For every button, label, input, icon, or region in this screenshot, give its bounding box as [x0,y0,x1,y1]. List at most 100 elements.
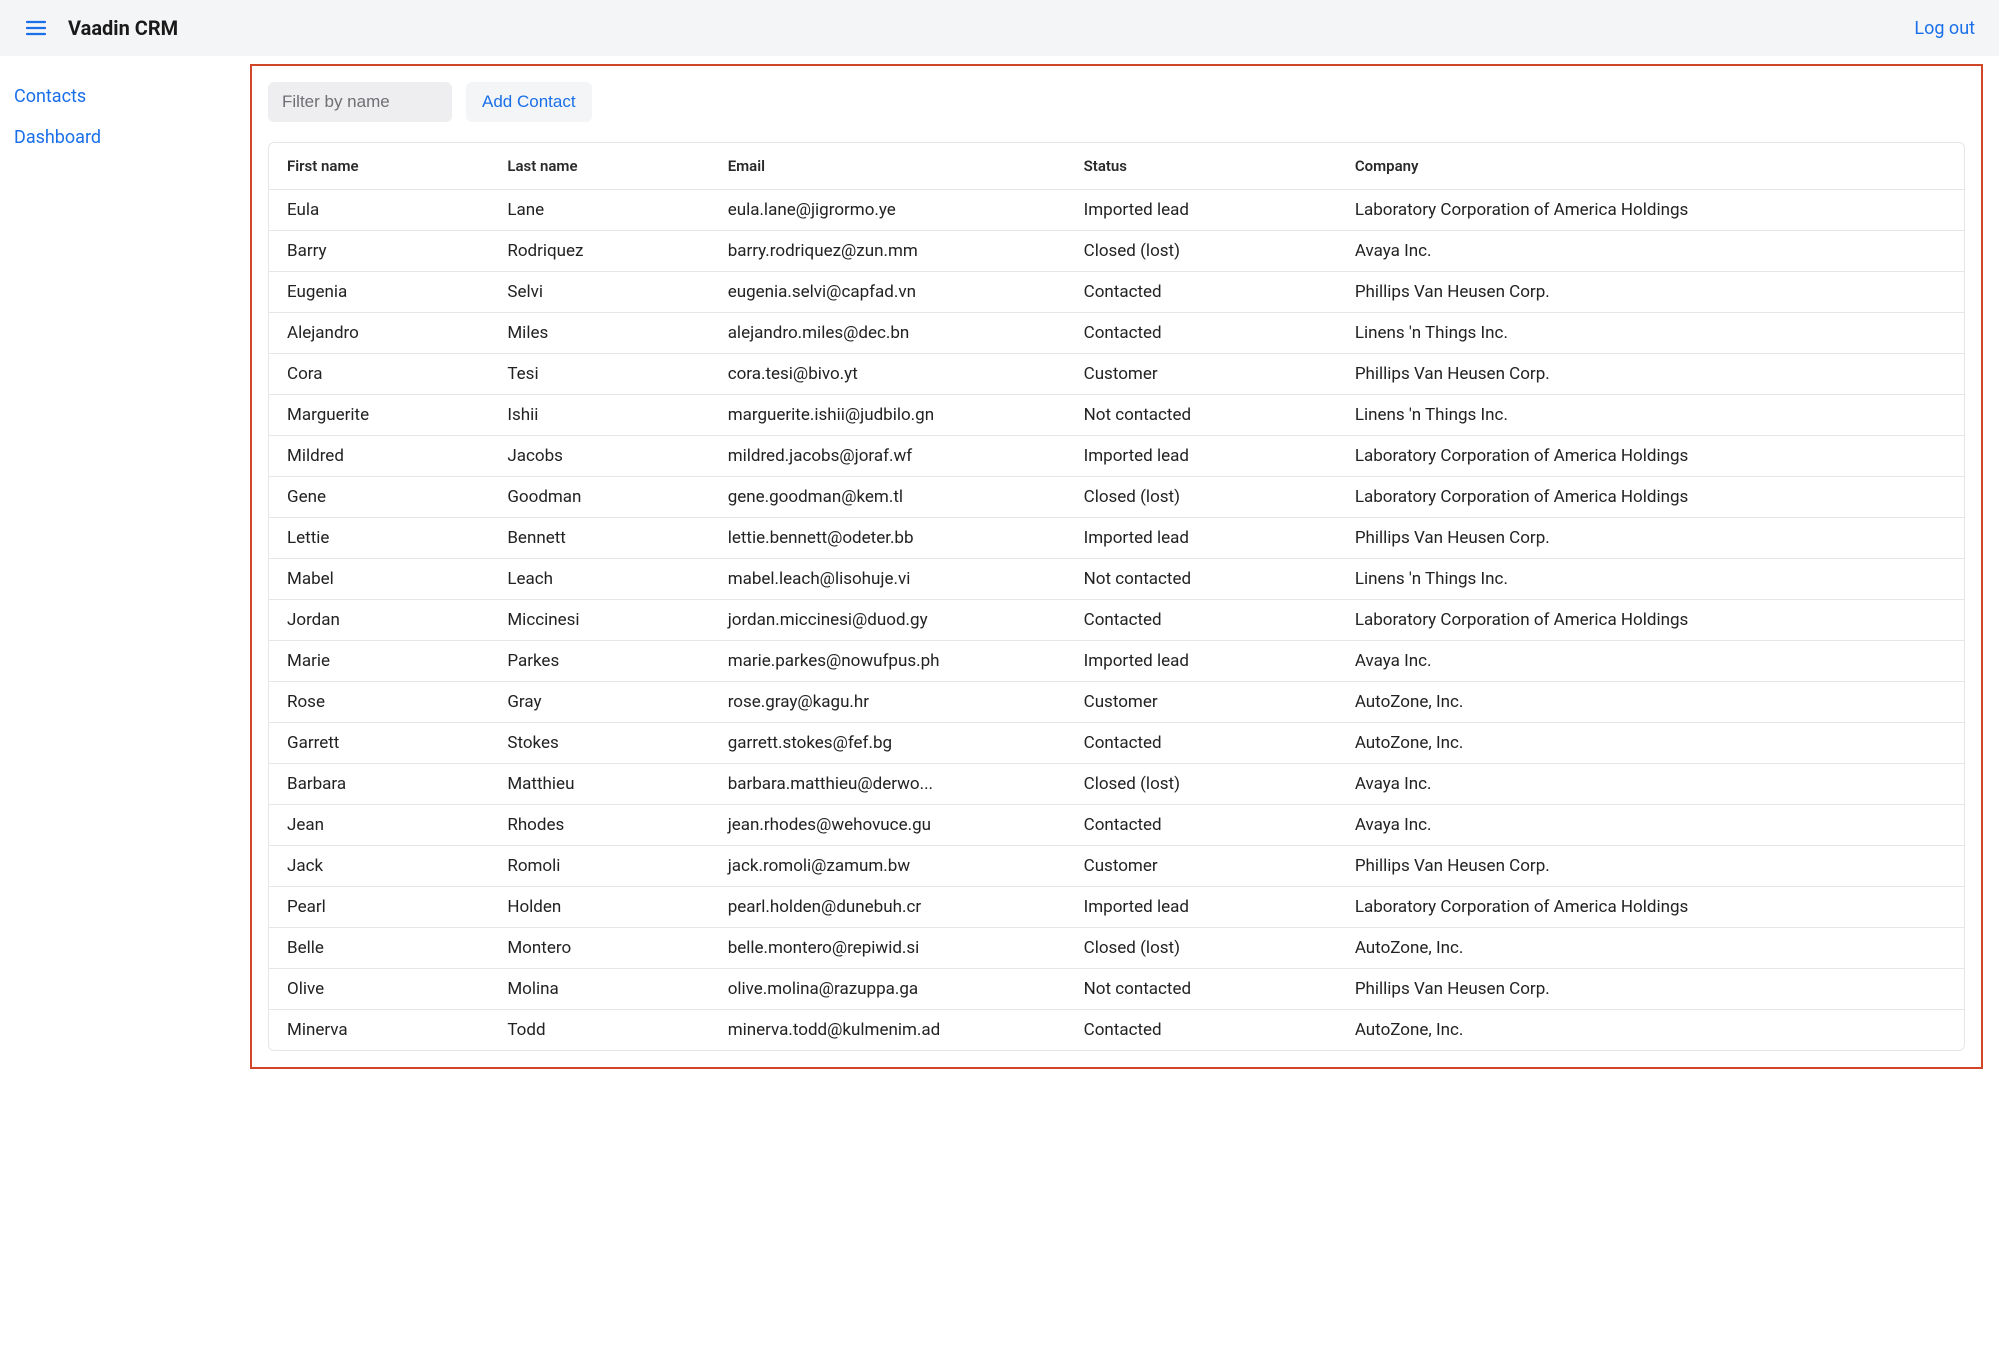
filter-input[interactable] [268,82,452,122]
cell-last: Romoli [489,846,709,887]
cell-status: Customer [1066,682,1337,723]
cell-status: Imported lead [1066,641,1337,682]
logout-link[interactable]: Log out [1914,18,1975,39]
col-header-email[interactable]: Email [710,143,1066,190]
table-row[interactable]: MabelLeachmabel.leach@lisohuje.viNot con… [269,559,1964,600]
table-row[interactable]: BelleMonterobelle.montero@repiwid.siClos… [269,928,1964,969]
cell-email: marguerite.ishii@judbilo.gn [710,395,1066,436]
cell-first: Mabel [269,559,489,600]
table-row[interactable]: BarbaraMatthieubarbara.matthieu@derwo...… [269,764,1964,805]
contacts-table: First name Last name Email Status Compan… [269,143,1964,1050]
sidebar-item-dashboard[interactable]: Dashboard [14,117,236,158]
cell-first: Eula [269,190,489,231]
cell-email: lettie.bennett@odeter.bb [710,518,1066,559]
table-row[interactable]: MildredJacobsmildred.jacobs@joraf.wfImpo… [269,436,1964,477]
cell-status: Imported lead [1066,436,1337,477]
cell-first: Rose [269,682,489,723]
cell-status: Contacted [1066,1010,1337,1051]
cell-company: Phillips Van Heusen Corp. [1337,272,1964,313]
cell-status: Not contacted [1066,395,1337,436]
cell-company: Phillips Van Heusen Corp. [1337,354,1964,395]
cell-status: Contacted [1066,600,1337,641]
cell-email: mildred.jacobs@joraf.wf [710,436,1066,477]
table-row[interactable]: MargueriteIshiimarguerite.ishii@judbilo.… [269,395,1964,436]
cell-last: Todd [489,1010,709,1051]
cell-company: Laboratory Corporation of America Holdin… [1337,477,1964,518]
cell-email: mabel.leach@lisohuje.vi [710,559,1066,600]
cell-company: Linens 'n Things Inc. [1337,395,1964,436]
cell-company: Avaya Inc. [1337,231,1964,272]
table-row[interactable]: EugeniaSelvieugenia.selvi@capfad.vnConta… [269,272,1964,313]
add-contact-button[interactable]: Add Contact [466,82,592,122]
cell-company: AutoZone, Inc. [1337,928,1964,969]
cell-email: marie.parkes@nowufpus.ph [710,641,1066,682]
cell-status: Imported lead [1066,518,1337,559]
cell-status: Closed (lost) [1066,477,1337,518]
cell-status: Imported lead [1066,887,1337,928]
cell-first: Mildred [269,436,489,477]
cell-first: Jack [269,846,489,887]
cell-email: rose.gray@kagu.hr [710,682,1066,723]
col-header-first-name[interactable]: First name [269,143,489,190]
cell-company: Linens 'n Things Inc. [1337,313,1964,354]
cell-company: Phillips Van Heusen Corp. [1337,846,1964,887]
table-header: First name Last name Email Status Compan… [269,143,1964,190]
cell-last: Rhodes [489,805,709,846]
cell-last: Selvi [489,272,709,313]
table-row[interactable]: MarieParkesmarie.parkes@nowufpus.phImpor… [269,641,1964,682]
cell-company: Avaya Inc. [1337,641,1964,682]
cell-last: Leach [489,559,709,600]
table-row[interactable]: AlejandroMilesalejandro.miles@dec.bnCont… [269,313,1964,354]
table-row[interactable]: JordanMiccinesijordan.miccinesi@duod.gyC… [269,600,1964,641]
col-header-last-name[interactable]: Last name [489,143,709,190]
cell-company: AutoZone, Inc. [1337,682,1964,723]
cell-first: Lettie [269,518,489,559]
col-header-status[interactable]: Status [1066,143,1337,190]
table-row[interactable]: GeneGoodmangene.goodman@kem.tlClosed (lo… [269,477,1964,518]
cell-status: Contacted [1066,805,1337,846]
cell-first: Belle [269,928,489,969]
cell-first: Barry [269,231,489,272]
cell-email: eula.lane@jigrormo.ye [710,190,1066,231]
table-row[interactable]: RoseGrayrose.gray@kagu.hrCustomerAutoZon… [269,682,1964,723]
menu-icon[interactable] [24,16,48,40]
cell-status: Closed (lost) [1066,764,1337,805]
cell-company: AutoZone, Inc. [1337,1010,1964,1051]
cell-last: Gray [489,682,709,723]
sidebar-item-contacts[interactable]: Contacts [14,76,236,117]
cell-status: Customer [1066,846,1337,887]
cell-status: Customer [1066,354,1337,395]
cell-status: Closed (lost) [1066,231,1337,272]
table-row[interactable]: PearlHoldenpearl.holden@dunebuh.crImport… [269,887,1964,928]
cell-first: Eugenia [269,272,489,313]
header-left: Vaadin CRM [24,16,178,40]
cell-email: jack.romoli@zamum.bw [710,846,1066,887]
table-row[interactable]: MinervaToddminerva.todd@kulmenim.adConta… [269,1010,1964,1051]
cell-first: Gene [269,477,489,518]
cell-email: eugenia.selvi@capfad.vn [710,272,1066,313]
table-row[interactable]: BarryRodriquezbarry.rodriquez@zun.mmClos… [269,231,1964,272]
table-row[interactable]: GarrettStokesgarrett.stokes@fef.bgContac… [269,723,1964,764]
cell-first: Cora [269,354,489,395]
app-header: Vaadin CRM Log out [0,0,1999,56]
cell-company: AutoZone, Inc. [1337,723,1964,764]
cell-status: Contacted [1066,272,1337,313]
table-row[interactable]: CoraTesicora.tesi@bivo.ytCustomerPhillip… [269,354,1964,395]
cell-email: barry.rodriquez@zun.mm [710,231,1066,272]
contacts-table-wrapper: First name Last name Email Status Compan… [268,142,1965,1051]
table-row[interactable]: OliveMolinaolive.molina@razuppa.gaNot co… [269,969,1964,1010]
table-row[interactable]: JeanRhodesjean.rhodes@wehovuce.guContact… [269,805,1964,846]
table-row[interactable]: LettieBennettlettie.bennett@odeter.bbImp… [269,518,1964,559]
cell-status: Closed (lost) [1066,928,1337,969]
col-header-company[interactable]: Company [1337,143,1964,190]
cell-company: Laboratory Corporation of America Holdin… [1337,600,1964,641]
cell-first: Jean [269,805,489,846]
table-row[interactable]: EulaLaneeula.lane@jigrormo.yeImported le… [269,190,1964,231]
cell-last: Parkes [489,641,709,682]
table-row[interactable]: JackRomolijack.romoli@zamum.bwCustomerPh… [269,846,1964,887]
cell-last: Matthieu [489,764,709,805]
cell-email: jean.rhodes@wehovuce.gu [710,805,1066,846]
cell-last: Goodman [489,477,709,518]
main-content: Add Contact First name Last name [250,64,1983,1069]
cell-first: Alejandro [269,313,489,354]
